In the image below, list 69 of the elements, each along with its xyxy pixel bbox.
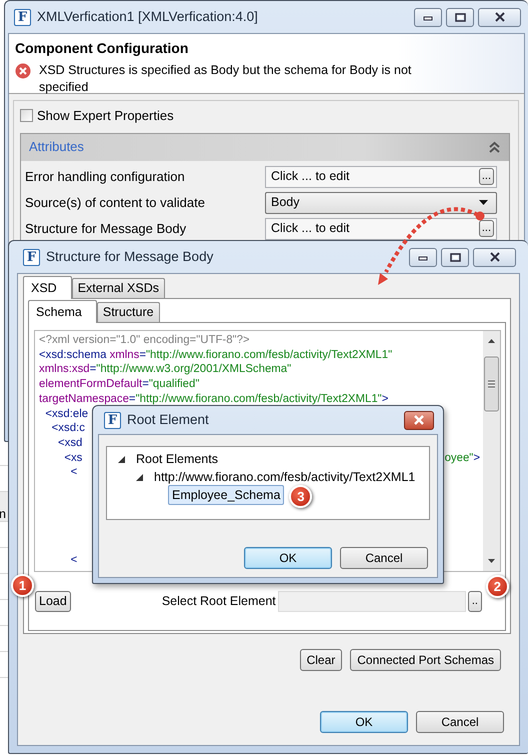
app-logo: F	[104, 412, 121, 428]
window-title: Root Element	[127, 410, 210, 429]
browse-button[interactable]: ..	[468, 591, 482, 612]
tree-item[interactable]: Root Elements	[132, 448, 222, 470]
code-line: <xsd	[56, 436, 82, 451]
close-icon	[488, 252, 500, 262]
tree-view[interactable]: Root Elements http://www.fiorano.com/fesb/activity/Text2XML1 Employee_Schema 3	[106, 446, 430, 520]
tree-item[interactable]: Employee_Schema	[168, 484, 284, 506]
property-label: Structure for Message Body	[25, 220, 188, 238]
close-icon	[413, 415, 425, 425]
ellipsis-button[interactable]: ...	[478, 220, 494, 237]
tab[interactable]: External XSDs	[72, 278, 165, 298]
code-line: targetNamespace="http://www.fiorano.com/fesb/activity/Text2XML1">	[39, 392, 388, 407]
field-value: Click ... to edit	[271, 220, 350, 238]
code-line: <	[70, 465, 78, 480]
dialog-button[interactable]: OK	[244, 547, 332, 569]
dialog-heading: Component Configuration	[15, 39, 190, 58]
ellipsis-button[interactable]: ...	[478, 168, 494, 185]
window-title: XMLVerfication1 [XMLVerfication:4.0]	[37, 8, 259, 26]
action-button[interactable]: Connected Port Schemas	[350, 649, 501, 671]
code-line: <	[70, 553, 78, 568]
dialog-button[interactable]: Cancel	[340, 547, 428, 569]
tab[interactable]: XSD	[23, 276, 72, 299]
field-label: Select Root Element	[162, 593, 277, 610]
app-logo: F	[14, 8, 31, 26]
error-icon	[15, 63, 31, 79]
caret-icon	[479, 200, 488, 205]
dialog-button[interactable]: Cancel	[416, 711, 504, 733]
maximize-icon	[450, 252, 460, 262]
tab[interactable]: Schema	[28, 300, 97, 323]
code-line: <xsd:ele	[44, 406, 88, 422]
property-label: Source(s) of content to validate	[25, 194, 206, 212]
maximize-button[interactable]	[441, 248, 469, 266]
checkbox-label: Show Expert Properties	[37, 107, 174, 125]
code-line: xmlns:xsd="http://www.w3.org/2001/XMLSchema"	[39, 362, 292, 378]
maximize-button[interactable]	[446, 8, 474, 26]
tab[interactable]: Structure	[96, 302, 160, 322]
error-message: XSD Structures is specified as Body but the schema for Body is not specified	[39, 62, 412, 96]
dialog-button[interactable]: OK	[320, 711, 408, 733]
app-logo: F	[23, 248, 40, 266]
callout-badge: 2	[486, 575, 509, 598]
close-button[interactable]	[473, 248, 516, 266]
root-element-field[interactable]	[278, 591, 466, 612]
close-button[interactable]	[478, 8, 521, 26]
callout-badge: 1	[11, 574, 34, 597]
callout-badge: 3	[289, 485, 312, 508]
window-title: Structure for Message Body	[46, 248, 214, 266]
code-line: <xsd:c	[50, 421, 85, 436]
column-header-text: n	[0, 506, 6, 523]
minimize-button[interactable]	[409, 248, 437, 266]
minimize-button[interactable]	[414, 8, 442, 26]
code-line: <xs	[63, 450, 82, 466]
code-line: <xsd:schema xmlns="http://www.fiorano.com/fesb/activity/Text2XML1"	[39, 348, 392, 362]
code-line: oyee">	[444, 450, 480, 466]
checkbox[interactable]	[20, 109, 33, 122]
property-label: Error handling configuration	[25, 168, 186, 186]
action-button[interactable]: Clear	[300, 649, 342, 671]
expander-icon[interactable]	[135, 472, 144, 482]
load-button[interactable]: Load	[35, 591, 71, 612]
field-value: Click ... to edit	[271, 168, 350, 186]
close-icon	[494, 12, 506, 22]
section-title: Attributes	[29, 138, 84, 156]
close-button[interactable]	[404, 410, 434, 430]
code-line: <?xml version="1.0" encoding="UTF-8"?>	[39, 333, 250, 348]
tree-item[interactable]: http://www.fiorano.com/fesb/activity/Text2XML1	[150, 466, 420, 488]
code-line: elementFormDefault="qualified"	[39, 377, 200, 392]
dropdown[interactable]: Body	[265, 192, 497, 214]
expander-icon[interactable]	[117, 454, 126, 464]
maximize-icon	[454, 12, 466, 22]
